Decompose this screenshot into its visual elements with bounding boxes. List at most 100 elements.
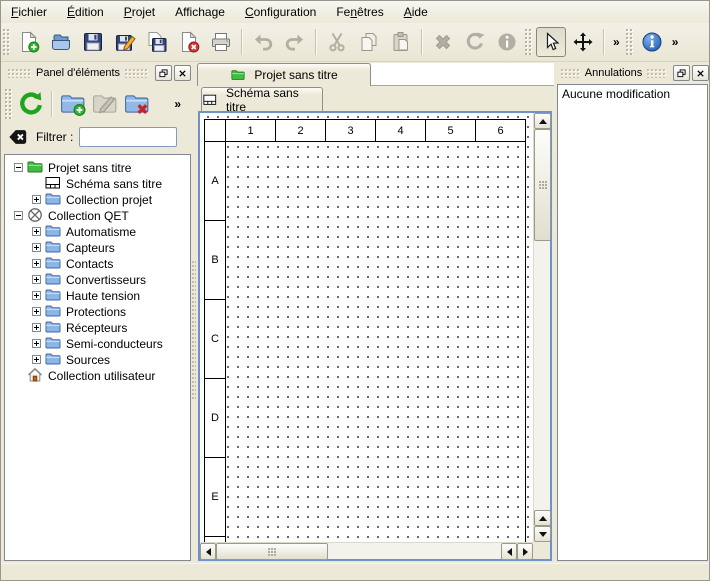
folder-blue-icon	[45, 335, 61, 351]
tree-item-collection-qet[interactable]: Collection QET	[5, 207, 190, 223]
tree-item-haute-tension[interactable]: Haute tension	[5, 287, 190, 303]
undo-history-item[interactable]: Aucune modification	[558, 85, 707, 103]
delete-category-button[interactable]	[121, 88, 153, 120]
project-tab-label: Projet sans titre	[254, 68, 337, 82]
redo-button[interactable]	[280, 27, 310, 57]
horizontal-scroll-thumb[interactable]	[216, 543, 328, 560]
rotate-button[interactable]	[460, 27, 490, 57]
project-tab-bar: Projet sans titre	[197, 63, 554, 86]
toolbar-drag-handle[interactable]	[626, 29, 634, 55]
tree-item-protections[interactable]: Protections	[5, 303, 190, 319]
tree-expander-minus[interactable]	[9, 211, 27, 220]
scroll-down-button[interactable]	[534, 526, 551, 542]
print-button[interactable]	[206, 27, 236, 57]
undo-panel-header: Annulations	[556, 65, 709, 81]
toolbar-drag-handle[interactable]	[3, 29, 11, 55]
new-document-button[interactable]	[14, 27, 44, 57]
menu-affichage[interactable]: Affichage	[165, 2, 235, 23]
float-panel-button[interactable]	[155, 65, 172, 81]
tree-item-schema-sans-titre[interactable]: Schéma sans titre	[5, 175, 190, 191]
menu-projet[interactable]: Projet	[114, 2, 165, 23]
tree-item-recepteurs[interactable]: Récepteurs	[5, 319, 190, 335]
paste-button[interactable]	[386, 27, 416, 57]
element-info-button[interactable]	[492, 27, 522, 57]
sidebar-overflow-button[interactable]: »	[170, 97, 185, 111]
row-header-b: B	[205, 221, 225, 299]
undo-button[interactable]	[248, 27, 278, 57]
tree-expander-plus[interactable]	[27, 291, 45, 300]
toolbar-separator	[421, 29, 423, 55]
menu-configuration[interactable]: Configuration	[235, 2, 326, 23]
close-file-button[interactable]	[174, 27, 204, 57]
save-as-button[interactable]	[110, 27, 140, 57]
scroll-up-button[interactable]	[534, 113, 551, 129]
clear-filter-button[interactable]	[6, 126, 30, 148]
tree-expander-plus[interactable]	[27, 243, 45, 252]
vertical-scroll-thumb[interactable]	[534, 129, 551, 241]
save-all-icon	[146, 31, 168, 53]
tree-item-projet-sans-titre[interactable]: Projet sans titre	[5, 159, 190, 175]
schema-tab-label: Schéma sans titre	[226, 86, 322, 114]
edit-category-button[interactable]	[89, 88, 121, 120]
close-panel-button[interactable]	[174, 65, 191, 81]
schema-icon	[45, 175, 61, 191]
scroll-left-button[interactable]	[200, 543, 216, 560]
menu-aide[interactable]: Aide	[394, 2, 438, 23]
tree-item-collection-utilisateur[interactable]: Collection utilisateur	[5, 367, 190, 383]
tree-expander-minus[interactable]	[9, 163, 27, 172]
tab-project[interactable]: Projet sans titre	[197, 63, 371, 86]
toolbar-drag-handle[interactable]	[525, 29, 533, 55]
close-file-icon	[178, 31, 200, 53]
tree-expander-plus[interactable]	[27, 259, 45, 268]
tools-overflow-button[interactable]: »	[609, 35, 624, 49]
tree-item-convertisseurs[interactable]: Convertisseurs	[5, 271, 190, 287]
scroll-right-button[interactable]	[517, 543, 533, 560]
column-header-2: 2	[276, 120, 325, 141]
float-panel-button[interactable]	[673, 65, 690, 81]
tree-item-automatisme[interactable]: Automatisme	[5, 223, 190, 239]
cut-button[interactable]	[322, 27, 352, 57]
reload-collections-button[interactable]	[15, 88, 47, 120]
open-project-button[interactable]	[46, 27, 76, 57]
new-document-icon	[18, 31, 40, 53]
scroll-up-button-2[interactable]	[534, 510, 551, 526]
tree-expander-plus[interactable]	[27, 339, 45, 348]
menu-fichier[interactable]: Fichier	[1, 2, 57, 23]
toolbar-separator	[51, 91, 53, 117]
toolbar-separator	[241, 29, 243, 55]
select-tool-button[interactable]	[536, 27, 566, 57]
tree-item-capteurs[interactable]: Capteurs	[5, 239, 190, 255]
new-category-button[interactable]	[57, 88, 89, 120]
tree-item-contacts[interactable]: Contacts	[5, 255, 190, 271]
about-button[interactable]	[637, 27, 667, 57]
scroll-left-button-2[interactable]	[501, 543, 517, 560]
toolbar-drag-handle[interactable]	[5, 89, 13, 119]
tree-expander-plus[interactable]	[27, 275, 45, 284]
menu-edition[interactable]: Édition	[57, 2, 114, 23]
tab-schema[interactable]: Schéma sans titre	[201, 87, 323, 111]
tree-item-semi-conducteurs[interactable]: Semi-conducteurs	[5, 335, 190, 351]
dock-header-texture	[647, 69, 666, 78]
column-header-6: 6	[476, 120, 525, 141]
info-toolbar: »	[624, 24, 683, 60]
info-overflow-button[interactable]: »	[668, 35, 683, 49]
tree-item-sources[interactable]: Sources	[5, 351, 190, 367]
menu-fenetres[interactable]: Fenêtres	[326, 2, 393, 23]
filter-input[interactable]	[79, 127, 177, 147]
tree-item-label: Capteurs	[66, 240, 115, 255]
tree-expander-plus[interactable]	[27, 227, 45, 236]
tree-expander-plus[interactable]	[27, 323, 45, 332]
save-button[interactable]	[78, 27, 108, 57]
application-window: FichierÉditionProjetAffichageConfigurati…	[0, 0, 710, 581]
move-tool-button[interactable]	[568, 27, 598, 57]
tree-expander-plus[interactable]	[27, 307, 45, 316]
close-panel-button[interactable]	[692, 65, 709, 81]
tree-expander-plus[interactable]	[27, 355, 45, 364]
save-all-button[interactable]	[142, 27, 172, 57]
diagram-canvas[interactable]: 123456 ABCDE	[200, 113, 533, 542]
file-toolbar	[1, 24, 523, 60]
copy-button[interactable]	[354, 27, 384, 57]
tree-expander-plus[interactable]	[27, 195, 45, 204]
tree-item-collection-projet[interactable]: Collection projet	[5, 191, 190, 207]
delete-button[interactable]	[428, 27, 458, 57]
